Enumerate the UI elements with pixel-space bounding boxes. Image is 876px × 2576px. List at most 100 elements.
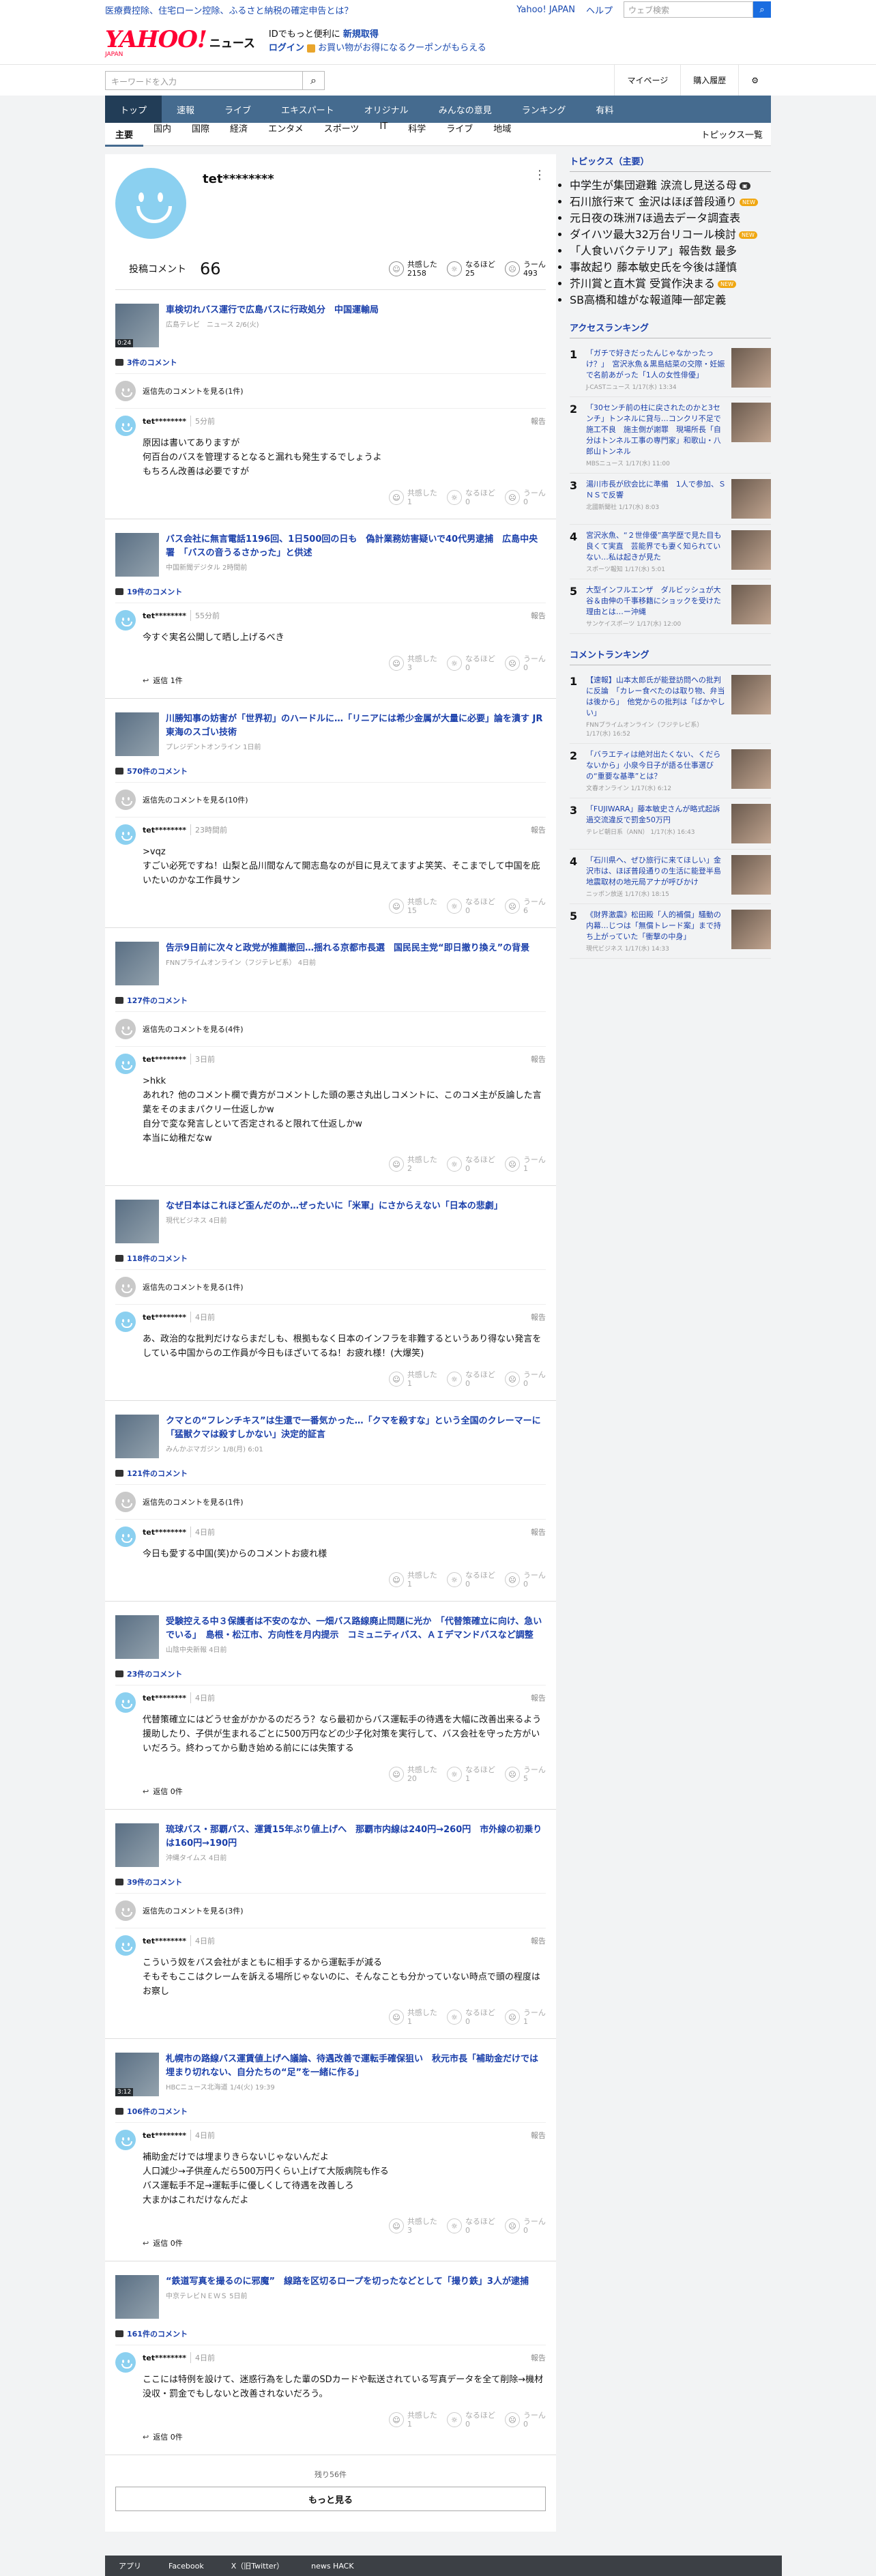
report-link[interactable]: 報告 (531, 1526, 546, 1537)
keyword-input[interactable]: キーワードを入力 (105, 70, 303, 90)
reply-button[interactable]: ↩ 返信 0件 (143, 1786, 546, 1797)
comment-count-link[interactable]: 23件のコメント (115, 1668, 546, 1679)
nav-paid[interactable]: 有料 (581, 96, 628, 123)
empathy-button[interactable]: ☺ 共感した 1 (388, 2411, 437, 2429)
cat-live[interactable]: ライブ (436, 121, 483, 147)
article-title[interactable]: 札幌市の路線バス運賃値上げへ議論、待遇改善で運転手確保狙い 秋元市長「補助金だけ… (166, 2053, 546, 2080)
comment-count-link[interactable]: 3件のコメント (115, 357, 546, 368)
empathy-button[interactable]: ☺ 共感した 1 (388, 1370, 437, 1388)
reply-button[interactable]: ↩ 返信 1件 (143, 675, 546, 686)
article-title[interactable]: 川勝知事の妨害が「世界初」のハードルに…「リニアには希少金属が大量に必要」論を潰… (166, 712, 546, 740)
signup-link[interactable]: 新規取得 (343, 29, 379, 40)
nav-ranking[interactable]: ランキング (507, 96, 581, 123)
topic-item[interactable]: 「人食いバクテリア」報告数 最多 (570, 242, 771, 258)
insight-button[interactable]: ☼ なるほど 1 (446, 1765, 495, 1783)
cat-international[interactable]: 国際 (181, 121, 220, 147)
hmm-button[interactable]: ☹ うーん 0 (504, 1370, 546, 1388)
empathy-button[interactable]: ☺ 共感した 1 (388, 2008, 437, 2026)
hmm-button[interactable]: ☹ うーん 1 (504, 2008, 546, 2026)
hmm-button[interactable]: ☹ うーん 1 (504, 1155, 546, 1173)
article-link[interactable]: クマとの“フレンチキス”は生還で一番気かった…「クマを殺すな」という全国のクレー… (115, 1415, 546, 1458)
report-link[interactable]: 報告 (531, 1312, 546, 1322)
cat-sports[interactable]: スポーツ (314, 121, 370, 147)
nav-original[interactable]: オリジナル (349, 96, 424, 123)
article-link[interactable]: なぜ日本はこれほど歪んだのか…ぜったいに「米軍」にさからえない「日本の悲劇」 現代… (115, 1200, 546, 1243)
comment-user[interactable]: tet******** (143, 826, 186, 835)
article-link[interactable]: 川勝知事の妨害が「世界初」のハードルに…「リニアには希少金属が大量に必要」論を潰… (115, 712, 546, 756)
ranking-title[interactable]: 「石川県へ、ぜひ旅行に来てほしい」金沢市は、ほぼ普段通りの生活に能登半島地震取材… (586, 855, 726, 888)
insight-button[interactable]: ☼ なるほど 0 (446, 1571, 495, 1589)
article-title[interactable]: 琉球バス・那覇バス、運賃15年ぶり値上げへ 那覇市内線は240円→260円 市外… (166, 1823, 546, 1851)
promo-link[interactable]: 医療費控除、住宅ローン控除、ふるさと納税の確定申告とは？ (105, 3, 353, 16)
topic-item[interactable]: ダイハツ最大32万台リコール検討NEW (570, 225, 771, 242)
parent-comment-link[interactable]: 返信先のコメントを見る(4件) (115, 1011, 546, 1046)
article-title[interactable]: なぜ日本はこれほど歪んだのか…ぜったいに「米軍」にさからえない「日本の悲劇」 (166, 1200, 503, 1213)
empathy-button[interactable]: ☺ 共感した 1 (388, 1571, 437, 1589)
ranking-item[interactable]: 4 宮沢氷魚、“２世俳優”高学歴で見た目も良くて実直 芸能界でも妻く知られていない… (569, 525, 771, 579)
article-title[interactable]: 車検切れバス運行で広島バスに行政処分 中国運輸局 (166, 304, 379, 317)
empathy-button[interactable]: ☺ 共感した 15 (388, 897, 437, 915)
insight-button[interactable]: ☼ なるほど 0 (446, 2411, 495, 2429)
insight-button[interactable]: ☼ なるほど 0 (446, 2217, 495, 2235)
empathy-button[interactable]: ☺ 共感した 20 (388, 1765, 437, 1783)
ranking-item[interactable]: 5 《財界激震》松田殿「人的補償」騒動の内幕…じつは「無償トレード案」まで持ち上が… (569, 904, 771, 959)
mypage-link[interactable]: マイページ (614, 65, 680, 96)
cat-it[interactable]: IT (369, 121, 398, 147)
comment-count-link[interactable]: 121件のコメント (115, 1468, 546, 1479)
help-link[interactable]: ヘルプ (586, 3, 613, 16)
hmm-button[interactable]: ☹ うーん 0 (504, 489, 546, 506)
reply-button[interactable]: ↩ 返信 0件 (143, 2431, 546, 2442)
cat-economy[interactable]: 経済 (220, 121, 258, 147)
logo[interactable]: YAHOO! JAPAN ニュース (105, 26, 255, 58)
cat-domestic[interactable]: 国内 (143, 121, 181, 147)
ranking-item[interactable]: 2 「バラエティは絶対出たくない、くだらないから」小泉今日子が語る仕事選びの“重要… (569, 744, 771, 798)
insight-button[interactable]: ☼ なるほど 0 (446, 2008, 495, 2026)
comment-user[interactable]: tet******** (143, 2131, 186, 2140)
article-link[interactable]: 琉球バス・那覇バス、運賃15年ぶり値上げへ 那覇市内線は240円→260円 市外… (115, 1823, 546, 1867)
web-search-input[interactable]: ウェブ検索 (624, 1, 753, 18)
topic-item[interactable]: 石川旅行来て 金沢はほぼ普段通りNEW (570, 192, 771, 209)
comment-count-link[interactable]: 39件のコメント (115, 1877, 546, 1887)
comment-user[interactable]: tet******** (143, 1937, 186, 1945)
insight-button[interactable]: ☼ なるほど 0 (446, 654, 495, 672)
topic-item[interactable]: 中学生が集団避難 涙流し見送る母▣ (570, 176, 771, 192)
reply-button[interactable]: ↩ 返信 0件 (143, 2238, 546, 2248)
nav-expert[interactable]: エキスパート (266, 96, 349, 123)
hmm-button[interactable]: ☹ うーん 0 (504, 654, 546, 672)
hmm-button[interactable]: ☹ うーん 0 (504, 2411, 546, 2429)
comment-user[interactable]: tet******** (143, 2354, 186, 2362)
ranking-title[interactable]: 湯川市長が欣会比に準備 1人で参加、ＳＮＳで反響 (586, 479, 726, 501)
article-title[interactable]: 受験控える中３保護者は不安のなか、一畑バス路線廃止問題に光か 「代替策確立に向け… (166, 1615, 546, 1642)
ranking-title[interactable]: 大型インフルエンザ ダルビッシュが大谷＆由伸の千事移籍にショックを受けた理由とは… (586, 585, 726, 618)
parent-comment-link[interactable]: 返信先のコメントを見る(3件) (115, 1893, 546, 1928)
comment-user[interactable]: tet******** (143, 1055, 186, 1064)
insight-button[interactable]: ☼ なるほど 0 (446, 489, 495, 506)
empathy-button[interactable]: ☺ 共感した 2 (388, 1155, 437, 1173)
load-more-button[interactable]: もっと見る (115, 2487, 546, 2511)
article-title[interactable]: 告示9日前に次々と政党が推薦撤回…揺れる京都市長選 国民民主党“即日撤り換え”の… (166, 942, 529, 955)
report-link[interactable]: 報告 (531, 416, 546, 426)
search-icon[interactable]: ⌕ (753, 1, 771, 18)
ranking-item[interactable]: 5 大型インフルエンザ ダルビッシュが大谷＆由伸の千事移籍にショックを受けた理由と… (569, 579, 771, 634)
article-title[interactable]: バス会社に無言電話1196回、1日500回の日も 偽計業務妨害疑いで40代男逮捕… (166, 533, 546, 560)
ranking-title[interactable]: 《財界激震》松田殿「人的補償」騒動の内幕…じつは「無償トレード案」まで持ち上がっ… (586, 910, 726, 942)
empathy-button[interactable]: ☺ 共感した 1 (388, 489, 437, 506)
comment-user[interactable]: tet******** (143, 611, 186, 620)
footer-app[interactable]: アプリ (119, 2560, 141, 2571)
hmm-button[interactable]: ☹ うーん 0 (504, 2217, 546, 2235)
article-link[interactable]: バス会社に無言電話1196回、1日500回の日も 偽計業務妨害疑いで40代男逮捕… (115, 533, 546, 577)
ranking-title[interactable]: 「バラエティは絶対出たくない、くだらないから」小泉今日子が語る仕事選びの“重要な… (586, 749, 726, 782)
topic-item[interactable]: SB高橋和雄がな報道陣一部定義 (570, 291, 771, 307)
topic-item[interactable]: 芥川賞と直木賞 受賞作決まるNEW (570, 274, 771, 291)
ranking-item[interactable]: 2 「30センチ前の柱に戻されたのかと3センチ」トンネルに貸与…コンクリ不足で施工… (569, 397, 771, 474)
comment-count-link[interactable]: 570件のコメント (115, 766, 546, 777)
comment-user[interactable]: tet******** (143, 1313, 186, 1322)
article-link[interactable]: 3:12 札幌市の路線バス運賃値上げへ議論、待遇改善で運転手確保狙い 秋元市長「補… (115, 2053, 546, 2096)
login-link[interactable]: ログイン (269, 43, 304, 53)
nav-top[interactable]: トップ (105, 96, 162, 123)
topic-item[interactable]: 元日夜の珠洲7ほ過去データ調査表 (570, 209, 771, 225)
hmm-button[interactable]: ☹ うーん 0 (504, 1571, 546, 1589)
report-link[interactable]: 報告 (531, 2130, 546, 2141)
comment-count-link[interactable]: 118件のコメント (115, 1253, 546, 1264)
insight-button[interactable]: ☼ なるほど 0 (446, 1155, 495, 1173)
